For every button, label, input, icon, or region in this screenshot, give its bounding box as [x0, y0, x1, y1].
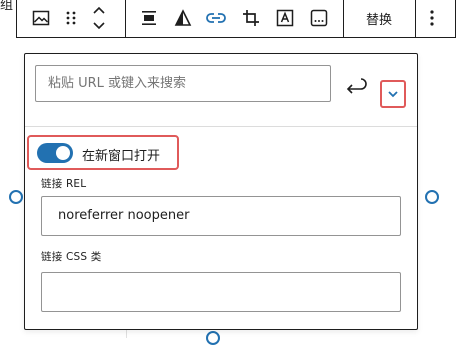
- guide-line: [126, 330, 127, 338]
- more-inline-button[interactable]: [307, 2, 331, 34]
- text-overlay-icon: [276, 9, 294, 27]
- move-up-down-icon: [93, 6, 105, 30]
- crop-button[interactable]: [239, 2, 263, 34]
- advanced-settings-toggle[interactable]: [380, 80, 406, 108]
- url-search-input[interactable]: [35, 65, 331, 102]
- text-overlay-button[interactable]: [273, 2, 297, 34]
- image-block-button[interactable]: [25, 2, 57, 34]
- chevron-down-icon: [388, 91, 398, 98]
- drag-handle-button[interactable]: [61, 2, 81, 34]
- link-css-class-label: 链接 CSS 类: [41, 251, 102, 263]
- image-icon: [32, 10, 50, 26]
- align-button[interactable]: [137, 2, 161, 34]
- link-rel-input[interactable]: noreferrer noopener: [41, 196, 401, 236]
- duotone-icon: [174, 9, 192, 26]
- enter-arrow-icon: [346, 78, 367, 94]
- divider: [25, 126, 417, 127]
- options-button[interactable]: [421, 2, 443, 34]
- more-inline-icon: [310, 9, 328, 27]
- move-up-down-button[interactable]: [87, 2, 111, 34]
- resize-handle-bottom[interactable]: [206, 331, 220, 345]
- link-popover: 在新窗口打开 链接 REL noreferrer noopener 链接 CSS…: [24, 53, 418, 330]
- link-css-class-input[interactable]: [41, 272, 401, 312]
- toggle-knob: [56, 146, 70, 160]
- link-rel-label: 链接 REL: [41, 178, 87, 190]
- resize-handle-right[interactable]: [425, 190, 439, 204]
- vertical-ellipsis-icon: [430, 10, 434, 26]
- duotone-button[interactable]: [171, 2, 195, 34]
- crop-icon: [243, 10, 259, 26]
- block-toolbar: 替换: [16, 0, 456, 38]
- link-button[interactable]: [203, 2, 229, 34]
- replace-button[interactable]: 替换: [353, 2, 405, 34]
- partial-heading-text: 组: [0, 0, 14, 13]
- link-icon: [206, 13, 226, 23]
- resize-handle-left[interactable]: [9, 190, 23, 204]
- drag-handle-icon: [66, 11, 76, 25]
- align-icon: [142, 11, 156, 25]
- submit-link-button[interactable]: [343, 76, 369, 98]
- open-new-tab-toggle[interactable]: [37, 143, 73, 163]
- open-new-tab-label: 在新窗口打开: [82, 149, 161, 164]
